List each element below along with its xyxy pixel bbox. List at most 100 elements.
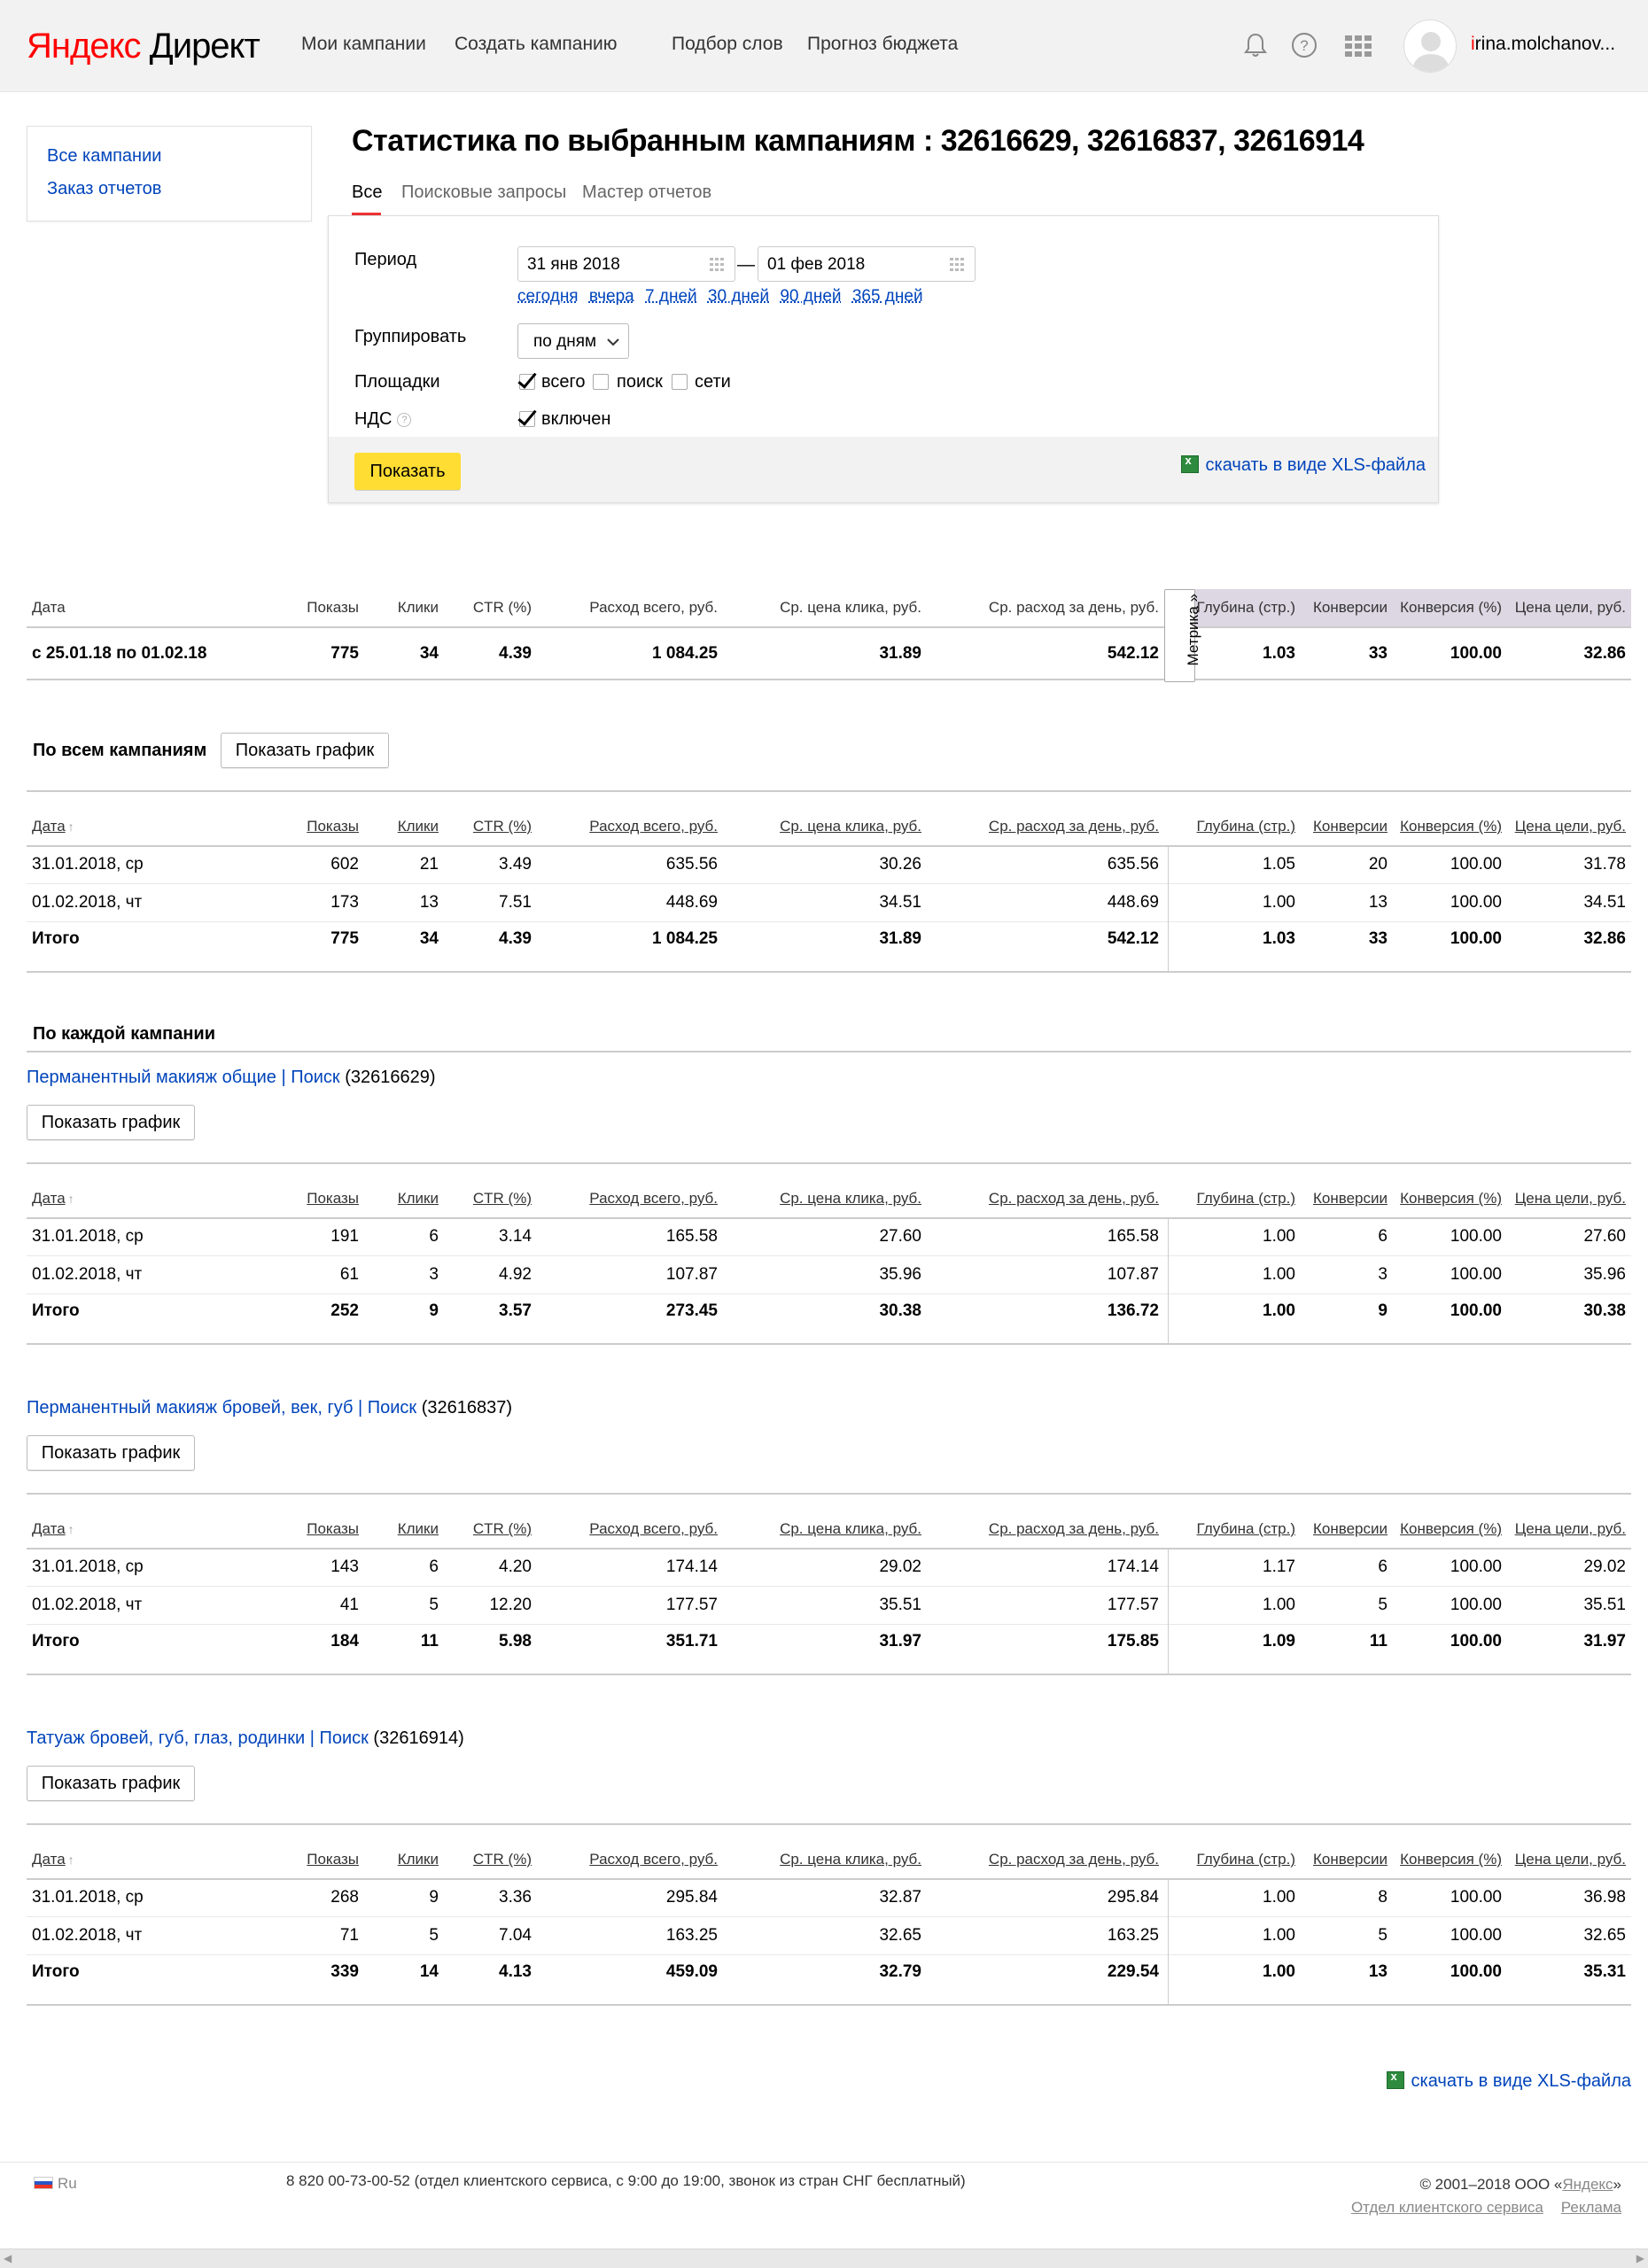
nav-keyword-selection[interactable]: Подбор слов xyxy=(672,34,783,55)
show-chart-campaign-1-button[interactable]: Показать график xyxy=(27,1105,195,1140)
download-xls-link[interactable]: скачать в виде XLS-файла xyxy=(1180,454,1426,476)
column-header-conversions[interactable]: Конверсии xyxy=(1313,1180,1388,1217)
nav-my-campaigns[interactable]: Мои кампании xyxy=(301,34,426,55)
column-header-goal-cost[interactable]: Цена цели, руб. xyxy=(1515,1180,1626,1217)
column-header-avg-cpc[interactable]: Ср. цена клика, руб. xyxy=(780,1511,921,1548)
column-header-date[interactable]: Дата ↑ xyxy=(32,808,74,845)
nav-create-campaign[interactable]: Создать кампанию xyxy=(455,34,618,55)
column-header-avg-cpc[interactable]: Ср. цена клика, руб. xyxy=(780,1180,921,1217)
column-header-avg-daily-spend[interactable]: Ср. расход за день, руб. xyxy=(989,808,1159,845)
column-header-clicks[interactable]: Клики xyxy=(398,1180,439,1217)
show-chart-all-button[interactable]: Показать график xyxy=(221,733,389,768)
horizontal-scrollbar[interactable]: ◀ ▶ xyxy=(0,2249,1648,2268)
date-header-text[interactable]: Дата xyxy=(32,818,66,835)
date-from-input[interactable]: 31 янв 2018 xyxy=(517,246,735,282)
metrika-toggle-tab[interactable]: Метрика » xyxy=(1164,589,1201,682)
column-header-ctr[interactable]: CTR (%) xyxy=(473,808,532,845)
sort-ascending-icon[interactable]: ↑ xyxy=(68,1841,74,1878)
column-header-avg-daily-spend[interactable]: Ср. расход за день, руб. xyxy=(989,1511,1159,1548)
column-header-conversions[interactable]: Конверсии xyxy=(1313,1841,1388,1878)
show-chart-campaign-3-button[interactable]: Показать график xyxy=(27,1766,195,1801)
column-header-impressions[interactable]: Показы xyxy=(307,1511,359,1548)
column-header-ctr[interactable]: CTR (%) xyxy=(473,1180,532,1217)
tab-search-queries[interactable]: Поисковые запросы xyxy=(401,183,566,203)
sort-ascending-icon[interactable]: ↑ xyxy=(68,808,74,845)
column-header-spend[interactable]: Расход всего, руб. xyxy=(589,808,718,845)
column-header-conversion-rate[interactable]: Конверсия (%) xyxy=(1400,1180,1502,1217)
column-header-impressions[interactable]: Показы xyxy=(307,1180,359,1217)
yandex-direct-logo[interactable]: Яндекс Директ xyxy=(27,27,260,66)
russian-flag-icon[interactable] xyxy=(34,2177,53,2189)
column-header-avg-daily-spend[interactable]: Ср. расход за день, руб. xyxy=(989,1180,1159,1217)
footer-link-client-service[interactable]: Отдел клиентского сервиса xyxy=(1351,2199,1543,2216)
period-link-today[interactable]: сегодня xyxy=(517,287,579,306)
column-header-conversions[interactable]: Конверсии xyxy=(1313,808,1388,845)
campaign-1-link[interactable]: Перманентный макияж общие | Поиск xyxy=(27,1068,340,1087)
username[interactable]: irina.molchanov... xyxy=(1471,34,1615,55)
date-header-text[interactable]: Дата xyxy=(32,1520,66,1537)
tab-report-wizard[interactable]: Мастер отчетов xyxy=(582,183,711,203)
campaign-3-link[interactable]: Татуаж бровей, губ, глаз, родинки | Поис… xyxy=(27,1728,369,1748)
column-header-avg-cpc[interactable]: Ср. цена клика, руб. xyxy=(780,808,921,845)
scroll-left-arrow-icon[interactable]: ◀ xyxy=(4,2252,12,2264)
period-link-90-days[interactable]: 90 дней xyxy=(780,287,841,306)
column-header-spend[interactable]: Расход всего, руб. xyxy=(589,1511,718,1548)
yandex-link[interactable]: Яндекс xyxy=(1562,2176,1613,2193)
column-header-conversion-rate[interactable]: Конверсия (%) xyxy=(1400,1511,1502,1548)
column-header-conversion-rate[interactable]: Конверсия (%) xyxy=(1400,1841,1502,1878)
column-header-date[interactable]: Дата ↑ xyxy=(32,1180,74,1217)
column-header-spend[interactable]: Расход всего, руб. xyxy=(589,1841,718,1878)
bell-icon[interactable] xyxy=(1240,30,1271,60)
column-header-avg-cpc[interactable]: Ср. цена клика, руб. xyxy=(780,1841,921,1878)
period-link-yesterday[interactable]: вчера xyxy=(589,287,634,306)
bottom-download-xls-link[interactable]: скачать в виде XLS-файла xyxy=(1386,2070,1631,2092)
campaign-2-link[interactable]: Перманентный макияж бровей, век, губ | П… xyxy=(27,1398,416,1418)
help-icon[interactable]: ? xyxy=(1289,30,1319,60)
date-header-text[interactable]: Дата xyxy=(32,1851,66,1868)
column-header-conversions[interactable]: Конверсии xyxy=(1313,1511,1388,1548)
column-header-impressions[interactable]: Показы xyxy=(307,1841,359,1878)
sort-ascending-icon[interactable]: ↑ xyxy=(68,1180,74,1217)
column-header-goal-cost[interactable]: Цена цели, руб. xyxy=(1515,808,1626,845)
group-by-select[interactable]: по дням xyxy=(517,323,629,359)
column-header-impressions[interactable]: Показы xyxy=(307,808,359,845)
calendar-icon[interactable] xyxy=(950,258,968,272)
column-header-avg-daily-spend[interactable]: Ср. расход за день, руб. xyxy=(989,1841,1159,1878)
column-header-depth[interactable]: Глубина (стр.) xyxy=(1197,1841,1295,1878)
vat-included-checkbox[interactable] xyxy=(519,411,535,427)
column-header-goal-cost[interactable]: Цена цели, руб. xyxy=(1515,1511,1626,1548)
sidebar-item-all-campaigns[interactable]: Все кампании xyxy=(47,146,161,167)
column-header-clicks[interactable]: Клики xyxy=(398,808,439,845)
column-header-spend[interactable]: Расход всего, руб. xyxy=(589,1180,718,1217)
sidebar-item-order-reports[interactable]: Заказ отчетов xyxy=(47,179,161,199)
show-chart-campaign-2-button[interactable]: Показать график xyxy=(27,1435,195,1471)
column-header-clicks[interactable]: Клики xyxy=(398,1841,439,1878)
platform-all-checkbox[interactable] xyxy=(519,374,535,390)
period-link-365-days[interactable]: 365 дней xyxy=(852,287,923,306)
column-header-ctr[interactable]: CTR (%) xyxy=(473,1511,532,1548)
period-link-30-days[interactable]: 30 дней xyxy=(708,287,769,306)
column-header-date[interactable]: Дата ↑ xyxy=(32,1511,74,1548)
user-avatar[interactable] xyxy=(1403,19,1457,73)
column-header-depth[interactable]: Глубина (стр.) xyxy=(1197,1180,1295,1217)
platform-networks-checkbox[interactable] xyxy=(672,374,688,390)
calendar-icon[interactable] xyxy=(710,258,727,272)
column-header-depth[interactable]: Глубина (стр.) xyxy=(1197,808,1295,845)
footer-link-advertising[interactable]: Реклама xyxy=(1561,2199,1621,2216)
scroll-right-arrow-icon[interactable]: ▶ xyxy=(1636,2252,1644,2264)
show-button[interactable]: Показать xyxy=(354,453,461,490)
column-header-clicks[interactable]: Клики xyxy=(398,1511,439,1548)
sort-ascending-icon[interactable]: ↑ xyxy=(68,1511,74,1548)
date-to-input[interactable]: 01 фев 2018 xyxy=(758,246,976,282)
tab-all[interactable]: Все xyxy=(352,183,382,203)
platform-search-checkbox[interactable] xyxy=(593,374,609,390)
language-switcher[interactable]: Ru xyxy=(58,2175,77,2193)
apps-grid-icon[interactable] xyxy=(1343,30,1373,60)
column-header-date[interactable]: Дата ↑ xyxy=(32,1841,74,1878)
date-header-text[interactable]: Дата xyxy=(32,1190,66,1207)
column-header-goal-cost[interactable]: Цена цели, руб. xyxy=(1515,1841,1626,1878)
vat-help-icon[interactable]: ? xyxy=(397,413,412,427)
column-header-depth[interactable]: Глубина (стр.) xyxy=(1197,1511,1295,1548)
column-header-conversion-rate[interactable]: Конверсия (%) xyxy=(1400,808,1502,845)
column-header-ctr[interactable]: CTR (%) xyxy=(473,1841,532,1878)
